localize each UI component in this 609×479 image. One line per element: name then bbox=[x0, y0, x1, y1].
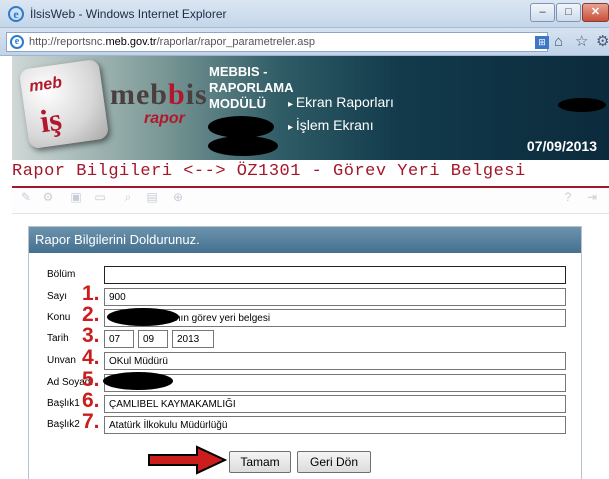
baslik2-input[interactable]: Atatürk İlkokulu Müdürlüğü bbox=[104, 416, 566, 434]
maximize-button[interactable]: □ bbox=[556, 3, 581, 22]
page-icon: e bbox=[10, 35, 24, 49]
form-row-bolum: Bölüm bbox=[29, 265, 581, 285]
url-field[interactable]: e http://reportsnc.meb.gov.tr/raporlar/r… bbox=[6, 32, 549, 52]
field-label: Tarih bbox=[47, 333, 69, 344]
geri-don-button[interactable]: Geri Dön bbox=[297, 451, 371, 473]
field-label: Başlık1 bbox=[47, 398, 80, 409]
date-month-input[interactable]: 09 bbox=[138, 330, 168, 348]
redaction-mark bbox=[208, 116, 274, 138]
toolbar-icon[interactable]: ⊕ bbox=[168, 190, 188, 204]
window-titlebar: e İlsisWeb - Windows Internet Explorer –… bbox=[0, 0, 609, 28]
help-icon[interactable]: ? bbox=[558, 190, 578, 204]
settings-gear-icon[interactable]: ⚙ bbox=[596, 32, 609, 50]
ad-soyadi-input[interactable] bbox=[104, 374, 566, 392]
form-row-ad-soyadi: Ad Soyadı 5. bbox=[29, 368, 581, 393]
display-icon[interactable]: ▭ bbox=[90, 190, 110, 204]
field-label: Bölüm bbox=[47, 269, 76, 280]
toolbar-icon[interactable]: ✎ bbox=[16, 190, 36, 204]
form-row-sayi: Sayı 1. 900 bbox=[29, 282, 581, 307]
bolum-input[interactable] bbox=[104, 266, 566, 284]
form-row-tarih: Tarih 3. 07 09 2013 bbox=[29, 324, 581, 349]
form-heading: Rapor Bilgilerini Doldurunuz. bbox=[29, 227, 581, 253]
mebbis-banner: meb iş mebbis rapor MEBBIS - RAPORLAMA M… bbox=[12, 56, 609, 160]
module-title: MEBBIS - RAPORLAMA MODÜLÜ bbox=[209, 64, 294, 111]
field-label: Sayı bbox=[47, 291, 68, 302]
toolbar-icon[interactable]: ⌕ bbox=[118, 190, 138, 205]
url-prefix: http://reportsnc. bbox=[29, 36, 106, 48]
page-title: Rapor Bilgileri <--> ÖZ1301 - Görev Yeri… bbox=[12, 162, 526, 181]
banner-date: 07/09/2013 bbox=[526, 138, 597, 154]
address-bar: e http://reportsnc.meb.gov.tr/raporlar/r… bbox=[0, 28, 609, 56]
ie-logo-icon: e bbox=[8, 6, 24, 22]
form-row-unvan: Unvan 4. OKul Müdürü bbox=[29, 346, 581, 371]
form-row-konu: Konu 2. nın görev yeri belgesi bbox=[29, 303, 581, 328]
url-path: /raporlar/rapor_parametreler.asp bbox=[156, 36, 315, 48]
window-title: İlsisWeb - Windows Internet Explorer bbox=[30, 7, 227, 21]
mebbis-logo-icon: meb iş bbox=[18, 58, 110, 150]
exit-icon[interactable]: ⇥ bbox=[582, 190, 602, 204]
url-domain: meb.gov.tr bbox=[105, 36, 157, 48]
baslik1-input[interactable]: ÇAMLIBEL KAYMAKAMLIĞI bbox=[104, 395, 566, 413]
step-number: 3. bbox=[82, 324, 100, 347]
menu-item-islem-ekrani[interactable]: İşlem Ekranı bbox=[288, 115, 394, 138]
report-form-panel: Rapor Bilgilerini Doldurunuz. Bölüm Sayı… bbox=[28, 226, 582, 479]
redaction-mark bbox=[558, 98, 606, 112]
save-icon[interactable]: ▣ bbox=[66, 190, 86, 204]
step-number: 4. bbox=[82, 346, 100, 369]
report-toolbar: ✎ ⚙ ▣ ▭ ⌕ ▤ ⊕ ? ⇥ bbox=[12, 188, 609, 214]
redaction-mark bbox=[103, 372, 173, 390]
menu-item-ekran-raporlari[interactable]: Ekran Raporları bbox=[288, 92, 394, 115]
redaction-mark bbox=[208, 136, 278, 156]
favorites-star-icon[interactable]: ☆ bbox=[575, 32, 588, 50]
home-icon[interactable]: ⌂ bbox=[554, 33, 563, 50]
toolbar-icon[interactable]: ⚙ bbox=[38, 190, 58, 204]
form-row-baslik1: Başlık1 6. ÇAMLIBEL KAYMAKAMLIĞI bbox=[29, 389, 581, 414]
unvan-input[interactable]: OKul Müdürü bbox=[104, 352, 566, 370]
step-number: 7. bbox=[82, 410, 100, 433]
toolbar-icon[interactable]: ▤ bbox=[142, 190, 162, 204]
date-year-input[interactable]: 2013 bbox=[172, 330, 214, 348]
banner-menu: Ekran Raporları İşlem Ekranı bbox=[288, 92, 394, 138]
minimize-button[interactable]: – bbox=[530, 3, 555, 22]
close-button[interactable]: ✕ bbox=[582, 3, 609, 22]
annotation-arrow-icon bbox=[148, 445, 227, 475]
field-label: Başlık2 bbox=[47, 419, 80, 430]
field-label: Konu bbox=[47, 312, 71, 323]
brand-wordmark: mebbis bbox=[110, 78, 208, 111]
sayi-input[interactable]: 900 bbox=[104, 288, 566, 306]
date-day-input[interactable]: 07 bbox=[104, 330, 134, 348]
redaction-mark bbox=[107, 308, 179, 326]
field-label: Unvan bbox=[47, 355, 76, 366]
brand-subtitle: rapor bbox=[144, 110, 185, 127]
tamam-button[interactable]: Tamam bbox=[229, 451, 291, 473]
form-row-baslik2: Başlık2 7. Atatürk İlkokulu Müdürlüğü bbox=[29, 410, 581, 435]
compatibility-view-icon[interactable]: ⊞ bbox=[535, 36, 549, 49]
